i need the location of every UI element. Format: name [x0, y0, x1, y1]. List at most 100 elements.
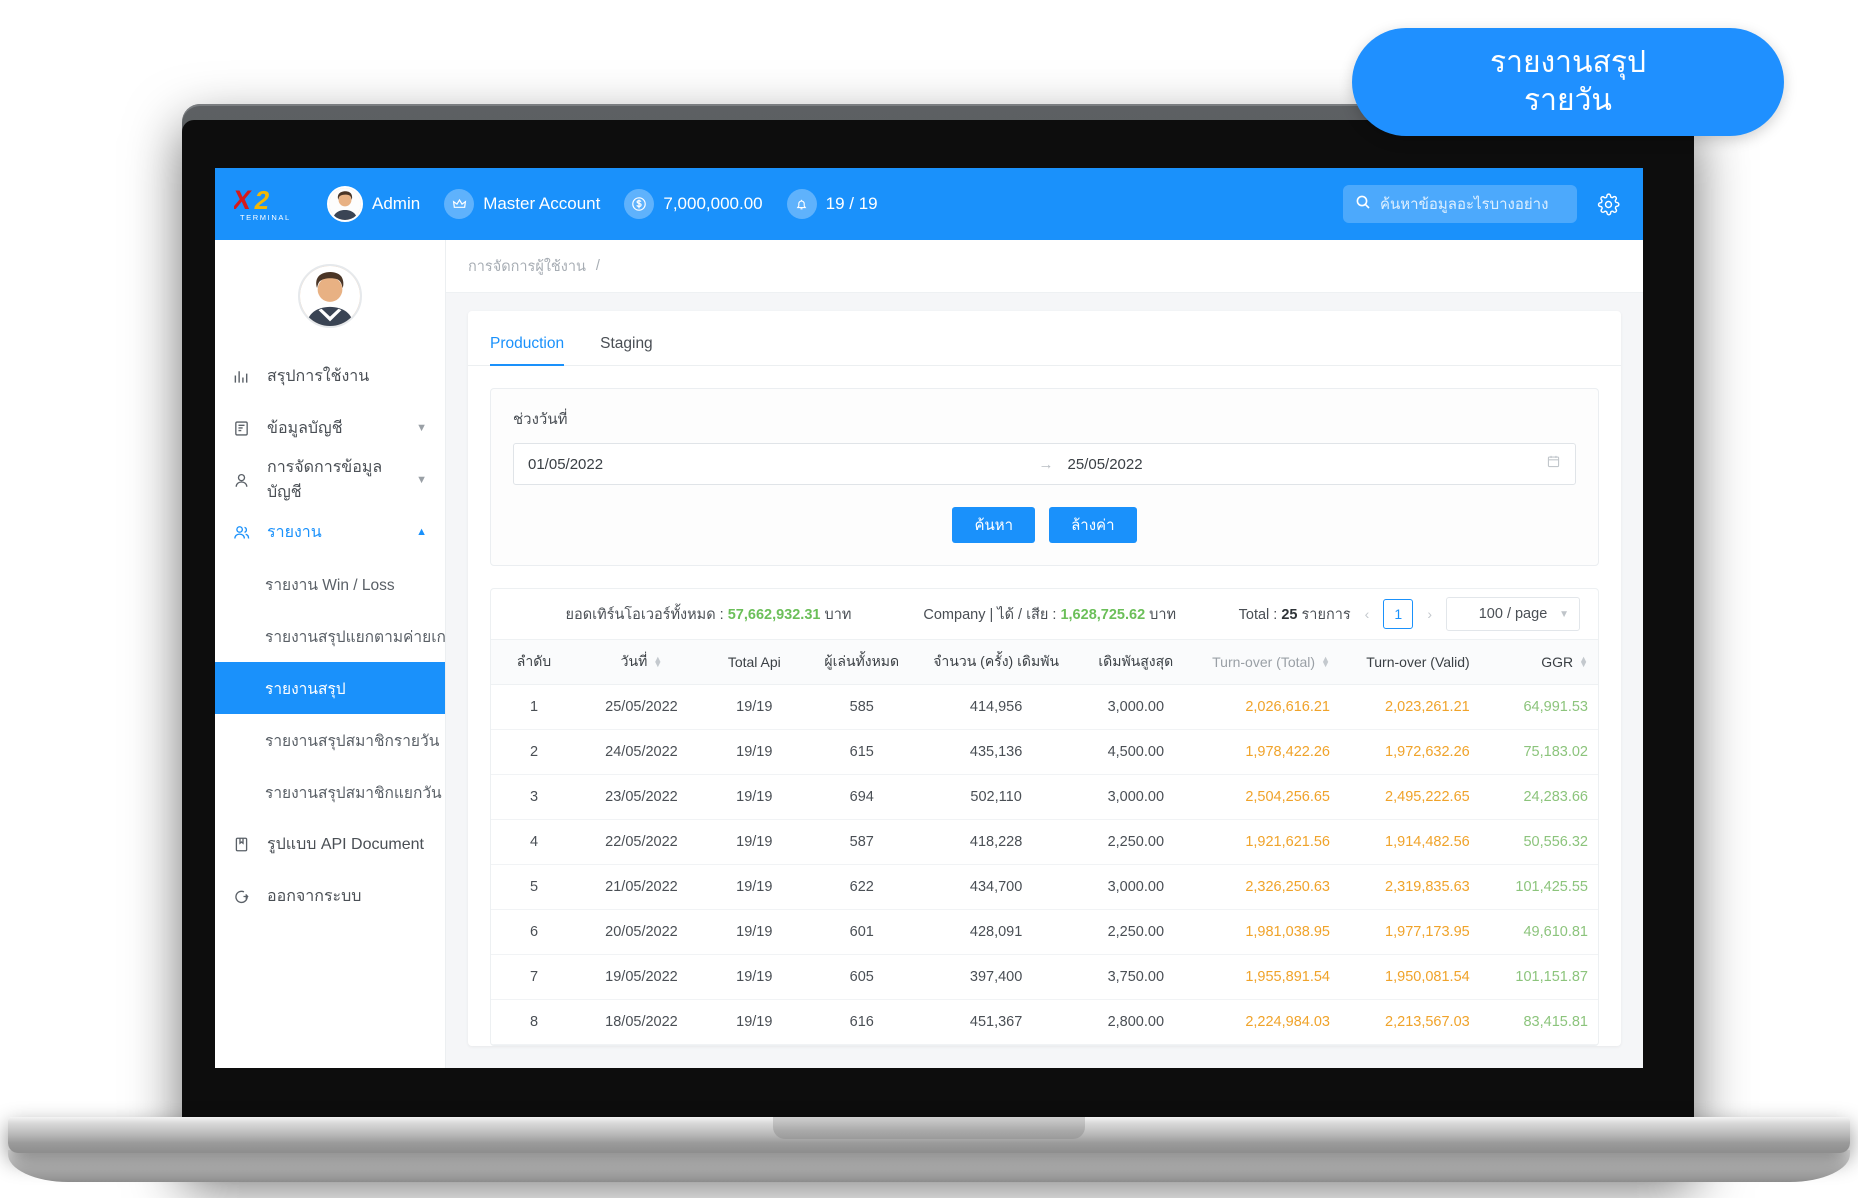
row-players: 587 [802, 819, 921, 865]
header-api-count[interactable]: 19 / 19 [786, 189, 878, 219]
clear-button[interactable]: ล้างค่า [1049, 507, 1137, 543]
total-turnover-value: 57,662,932.31 [727, 606, 821, 623]
sidebar-item-label: รูปแบบ API Document [267, 835, 424, 853]
gear-icon[interactable] [1595, 191, 1621, 217]
row-players: 601 [802, 909, 921, 955]
row-ggr: 75,183.02 [1479, 729, 1598, 775]
row-bet-count: 428,091 [920, 909, 1072, 955]
row-bet-count: 451,367 [920, 999, 1072, 1045]
app-body: สรุปการใช้งาน ข้อมูลบัญชี ▼ การจัดการข้อ… [215, 240, 1643, 1068]
sort-icon[interactable]: ▲ ▼ [1321, 655, 1330, 669]
sidebar-subitem-summary-by-provider[interactable]: รายงานสรุปแยกตามค่ายเกม [215, 610, 445, 662]
column-header-ggr[interactable]: GGR ▲ ▼ [1479, 639, 1598, 685]
prev-page-button[interactable]: ‹ [1361, 606, 1374, 622]
row-ggr: 83,415.81 [1479, 999, 1598, 1045]
header-balance[interactable]: 7,000,000.00 [624, 189, 763, 219]
table-row[interactable]: 4 22/05/2022 19/19 587 418,228 2,250.00 1,921,… [491, 819, 1598, 865]
table-row[interactable]: 2 24/05/2022 19/19 615 435,136 4,500.00 1,978,… [491, 729, 1598, 775]
report-card: Production Staging ช่วงวันที่ 01/05/2022… [468, 311, 1621, 1046]
row-bet-count: 414,956 [920, 684, 1072, 730]
total-prefix: Total : [1238, 606, 1278, 623]
breadcrumb-item[interactable]: การจัดการผู้ใช้งาน [468, 255, 586, 278]
row-index: 3 [491, 774, 577, 820]
svg-text:2: 2 [252, 185, 272, 215]
sidebar-item-logout[interactable]: ออกจากระบบ [215, 870, 445, 922]
row-turnover-valid: 2,023,261.21 [1340, 684, 1480, 730]
tab-label: Production [490, 335, 565, 352]
breadcrumb: การจัดการผู้ใช้งาน / [446, 240, 1643, 293]
sidebar-item-api-document[interactable]: รูปแบบ API Document [215, 818, 445, 870]
column-header-date[interactable]: วันที่ ▲ ▼ [576, 639, 706, 685]
row-date: 22/05/2022 [576, 819, 706, 865]
sidebar-item-account-data[interactable]: ข้อมูลบัญชี ▼ [215, 402, 445, 454]
row-total-api: 19/19 [705, 999, 803, 1045]
page-number-1[interactable]: 1 [1383, 599, 1414, 629]
svg-text:TERMINAL: TERMINAL [240, 213, 291, 222]
app-logo[interactable]: X 2 TERMINAL [233, 182, 307, 226]
tab-staging[interactable]: Staging [600, 335, 653, 365]
row-bet-count: 418,228 [920, 819, 1072, 865]
sidebar-item-label: ออกจากระบบ [267, 887, 362, 905]
sidebar-subitem-win-loss[interactable]: รายงาน Win / Loss [215, 558, 445, 610]
table-row[interactable]: 1 25/05/2022 19/19 585 414,956 3,000.00 2,026,… [491, 684, 1598, 730]
sidebar-item-account-management[interactable]: การจัดการข้อมูลบัญชี ▼ [215, 454, 445, 506]
table-head: ลำดับ วันที่ ▲ ▼ Total Api ผู้เล่นทั้งหมด … [491, 639, 1598, 685]
sidebar-subitem-member-by-day-summary[interactable]: รายงานสรุปสมาชิกแยกวัน [215, 766, 445, 818]
row-index: 1 [491, 684, 577, 730]
search-input[interactable]: ค้นหาข้อมูลอะไรบางอย่าง [1343, 185, 1577, 223]
column-label: Turn-over (Total) [1212, 654, 1316, 670]
row-max-bet: 3,000.00 [1071, 864, 1201, 910]
row-ggr: 64,991.53 [1479, 684, 1598, 730]
next-page-button[interactable]: › [1423, 606, 1436, 622]
row-players: 622 [802, 864, 921, 910]
search-icon [1355, 194, 1371, 215]
date-from-input[interactable]: 01/05/2022 [528, 456, 1025, 473]
sidebar-item-reports[interactable]: รายงาน ▲ [215, 506, 445, 558]
sidebar-subitem-label: รายงานสรุป [265, 680, 346, 698]
row-date: 20/05/2022 [576, 909, 706, 955]
sort-icon[interactable]: ▲ ▼ [653, 655, 662, 669]
header-balance-value: 7,000,000.00 [663, 194, 763, 213]
date-range-picker[interactable]: 01/05/2022 → 25/05/2022 [513, 443, 1576, 485]
sort-icon[interactable]: ▲ ▼ [1579, 655, 1588, 669]
sidebar-subitem-member-daily-summary[interactable]: รายงานสรุปสมาชิกรายวัน [215, 714, 445, 766]
sidebar-item-usage-summary[interactable]: สรุปการใช้งาน [215, 350, 445, 402]
table-row[interactable]: 6 20/05/2022 19/19 601 428,091 2,250.00 1,981,… [491, 909, 1598, 955]
summary-bar: ยอดเทิร์นโอเวอร์ทั้งหมด : 57,662,932.31 … [491, 589, 1598, 639]
date-to-input[interactable]: 25/05/2022 [1068, 456, 1547, 473]
table-row[interactable]: 7 19/05/2022 19/19 605 397,400 3,750.00 1,955,… [491, 954, 1598, 1000]
row-date: 25/05/2022 [576, 684, 706, 730]
row-max-bet: 3,000.00 [1071, 774, 1201, 820]
breadcrumb-separator: / [595, 258, 600, 274]
sidebar-subitem-summary-report[interactable]: รายงานสรุป [215, 662, 445, 714]
row-index: 6 [491, 909, 577, 955]
page-size-select[interactable]: 100 / page ▼ [1446, 597, 1580, 631]
row-date: 21/05/2022 [576, 864, 706, 910]
total-turnover: ยอดเทิร์นโอเวอร์ทั้งหมด : 57,662,932.31 … [566, 603, 852, 626]
row-turnover-valid: 2,495,222.65 [1340, 774, 1480, 820]
tab-production[interactable]: Production [490, 335, 565, 366]
search-button[interactable]: ค้นหา [952, 507, 1036, 543]
column-header-turnover-total[interactable]: Turn-over (Total) ▲ ▼ [1200, 639, 1340, 685]
row-index: 5 [491, 864, 577, 910]
row-turnover-valid: 1,914,482.56 [1340, 819, 1480, 865]
tab-label: Staging [600, 335, 653, 352]
total-records: Total : 25 รายการ [1239, 603, 1351, 626]
total-count: 25 [1281, 606, 1298, 623]
row-bet-count: 502,110 [920, 774, 1072, 820]
table-row[interactable]: 3 23/05/2022 19/19 694 502,110 3,000.00 2,504,… [491, 774, 1598, 820]
header-user[interactable]: Admin [327, 186, 420, 222]
row-ggr: 24,283.66 [1479, 774, 1598, 820]
column-label: ผู้เล่นทั้งหมด [824, 653, 900, 669]
header-account[interactable]: Master Account [444, 189, 600, 219]
table-row[interactable]: 5 21/05/2022 19/19 622 434,700 3,000.00 2,326,… [491, 864, 1598, 910]
company-win-loss: Company | ได้ / เสีย : 1,628,725.62 บาท [923, 603, 1176, 626]
crown-icon [444, 189, 475, 219]
table-row[interactable]: 8 18/05/2022 19/19 616 451,367 2,800.00 2,224,… [491, 999, 1598, 1045]
content-region: Production Staging ช่วงวันที่ 01/05/2022… [446, 293, 1643, 1068]
company-win-loss-unit: บาท [1149, 606, 1177, 623]
dollar-icon [624, 189, 655, 219]
calendar-icon[interactable] [1546, 454, 1561, 474]
row-players: 615 [802, 729, 921, 775]
row-turnover-total: 2,504,256.65 [1200, 774, 1340, 820]
